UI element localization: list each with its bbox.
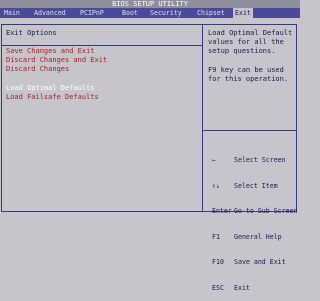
key-desc: Go to Sub Screen: [234, 207, 298, 215]
menu-security[interactable]: Security: [150, 8, 182, 18]
menu-main[interactable]: Main: [4, 8, 20, 18]
key-label: ←: [212, 156, 216, 164]
help-line-3: setup questions.: [208, 47, 276, 55]
option-discard-changes-exit[interactable]: Discard Changes and Exit: [6, 56, 107, 65]
key-label: ↑↓: [212, 181, 220, 190]
help-divider: [203, 130, 297, 131]
key-desc: General Help: [234, 232, 282, 241]
key-desc: Exit: [234, 283, 250, 292]
menu-bar: Main Advanced PCIPnP Boot Security Chips…: [0, 8, 300, 18]
option-save-changes-exit[interactable]: Save Changes and Exit: [6, 47, 95, 56]
key-label: ESC: [212, 283, 224, 292]
key-row: ← Select Screen: [212, 156, 298, 165]
menu-pcipnp[interactable]: PCIPnP: [80, 8, 104, 18]
menu-exit[interactable]: Exit: [233, 8, 253, 18]
key-desc: Save and Exit: [234, 258, 286, 266]
key-legend: ← Select Screen ↑↓ Select Item Enter Go to …: [212, 139, 298, 301]
menu-boot[interactable]: Boot: [122, 8, 138, 18]
key-row: Enter Go to Sub Screen: [212, 207, 298, 216]
key-desc: Select Item: [234, 181, 278, 190]
key-row: F10 Save and Exit: [212, 258, 298, 267]
option-discard-changes[interactable]: Discard Changes: [6, 65, 69, 74]
help-line-1: Load Optimal Default: [208, 29, 293, 37]
key-label: F10: [212, 258, 224, 266]
section-divider: [2, 45, 202, 46]
option-load-optimal-defaults[interactable]: Load Optimal Defaults: [6, 84, 95, 93]
key-label: Enter: [212, 207, 232, 215]
section-title: Exit Options: [6, 29, 57, 37]
help-line-2: values for all the: [208, 38, 284, 46]
panel-divider: [202, 24, 203, 212]
key-row: ESC Exit: [212, 284, 298, 293]
key-row: ↑↓ Select Item: [212, 182, 298, 191]
bios-title: BIOS SETUP UTILITY: [0, 0, 300, 8]
menu-chipset[interactable]: Chipset: [197, 8, 225, 18]
key-desc: Select Screen: [234, 156, 286, 164]
help-line-4: F9 key can be used: [208, 66, 284, 74]
option-load-failsafe-defaults[interactable]: Load Failsafe Defaults: [6, 93, 99, 102]
menu-advanced[interactable]: Advanced: [34, 8, 66, 18]
help-line-5: for this operation.: [208, 75, 289, 83]
